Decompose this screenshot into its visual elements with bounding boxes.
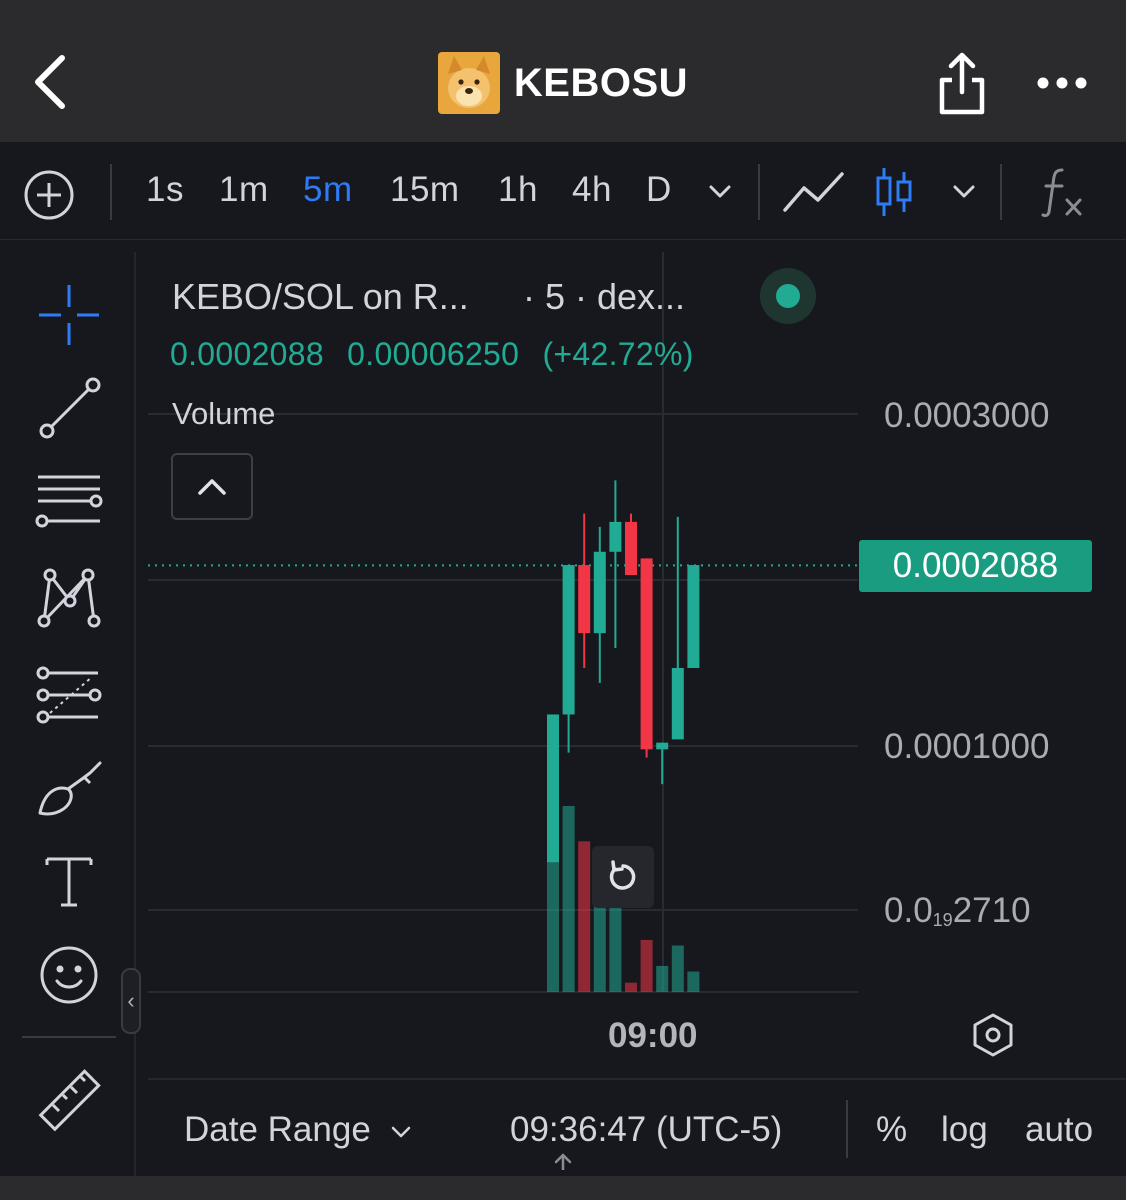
volume-bar (578, 841, 591, 992)
log-scale-toggle[interactable]: log (941, 1110, 988, 1150)
price-label-prefix: 0.0 (884, 891, 933, 930)
candle-body (687, 565, 700, 668)
candlestick-chart[interactable] (0, 0, 1126, 1200)
auto-scale-toggle[interactable]: auto (1025, 1110, 1093, 1150)
volume-bar (609, 906, 622, 992)
symbol-meta: · 5 · dex... (523, 276, 686, 317)
time-axis-label: 09:00 (608, 1016, 698, 1055)
last-price-tag: 0.0002088 (859, 540, 1092, 592)
reset-icon (609, 860, 636, 890)
collapse-legend-button[interactable] (171, 453, 253, 520)
chevron-down-icon (391, 1126, 410, 1137)
candle-body (640, 558, 653, 750)
change-value: 0.00006250 (347, 336, 520, 372)
candle-body (656, 742, 669, 750)
symbol-name[interactable]: KEBO/SOL on R... (172, 276, 469, 318)
volume-bar (671, 945, 684, 992)
candle-body (625, 521, 637, 576)
price-label-subscript: 19 (932, 910, 953, 930)
candle-body (547, 714, 559, 863)
candle-body (609, 521, 622, 552)
candle-body (562, 565, 575, 715)
volume-bar (562, 806, 575, 992)
axis-settings-icon[interactable] (970, 1012, 1016, 1058)
price-axis-label: 0.0001000 (884, 727, 1050, 766)
status-dot (776, 284, 800, 308)
price-label-suffix: 2710 (952, 891, 1031, 930)
legend-values: 0.0002088 0.00006250 (+42.72%) (170, 336, 708, 373)
date-range-dropdown[interactable]: Date Range (184, 1110, 413, 1150)
volume-bar (640, 939, 653, 992)
date-range-label: Date Range (184, 1110, 371, 1149)
candle-body (593, 551, 606, 634)
last-price-value: 0.0002088 (170, 336, 324, 372)
bottom-divider (846, 1100, 848, 1158)
reset-chart-button[interactable] (592, 846, 654, 908)
market-status-indicator[interactable] (760, 268, 816, 324)
price-axis-label: 0.0003000 (884, 396, 1050, 435)
volume-bar (687, 971, 700, 992)
candle-body (671, 667, 684, 740)
price-axis-label: 0.0192710 (884, 891, 1031, 931)
candle-body (578, 565, 591, 634)
bottom-strip (0, 1176, 1126, 1200)
clock-timezone[interactable]: 09:36:47 (UTC-5) (510, 1110, 782, 1150)
change-percent: (+42.72%) (542, 336, 694, 372)
percent-scale-toggle[interactable]: % (876, 1110, 907, 1150)
chevron-up-icon (198, 478, 226, 495)
volume-bar (625, 982, 637, 992)
volume-label: Volume (172, 396, 276, 431)
volume-bar (656, 965, 669, 992)
